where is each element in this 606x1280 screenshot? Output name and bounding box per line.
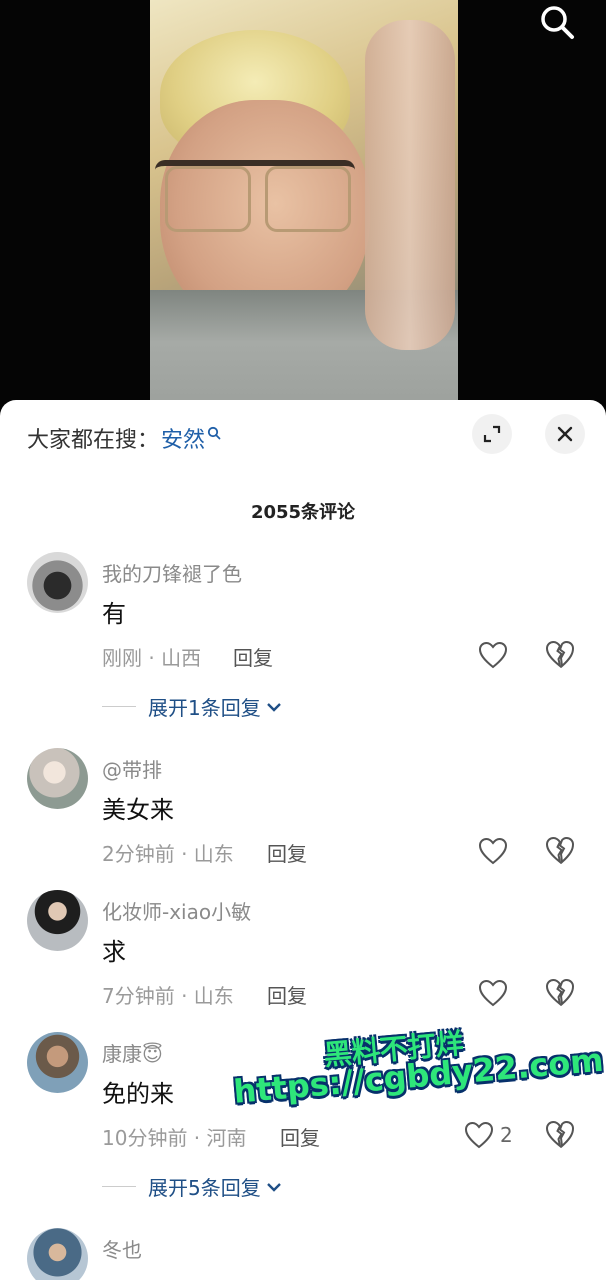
comment-item: 冬也: [0, 1228, 606, 1280]
heart-icon: [478, 837, 508, 865]
comment-username[interactable]: 康康😇: [102, 1038, 163, 1067]
broken-heart-icon: [545, 640, 575, 669]
expand-replies-label: 展开1条回复: [148, 696, 261, 720]
comment-item: 我的刀锋褪了色 有 刚刚 · 山西 回复 展开1条回复: [0, 552, 606, 722]
small-search-icon: [207, 421, 221, 446]
reply-button[interactable]: 回复: [267, 980, 307, 1009]
broken-heart-icon: [545, 836, 575, 865]
reply-button[interactable]: 回复: [280, 1122, 320, 1151]
sheet-header: 大家都在搜： 安然: [0, 400, 606, 472]
like-button[interactable]: [478, 836, 510, 866]
expand-replies-button[interactable]: 展开5条回复: [102, 1172, 283, 1201]
chevron-down-icon: [266, 1182, 281, 1192]
dislike-button[interactable]: [545, 836, 577, 866]
comment-item: 康康😇 免的来 10分钟前 · 河南 回复 2 展开5条回复: [0, 1032, 606, 1202]
broken-heart-icon: [545, 1120, 575, 1149]
like-count: 2: [500, 1123, 513, 1147]
expand-sheet-button[interactable]: [472, 414, 512, 454]
close-icon: [557, 426, 573, 442]
avatar[interactable]: [27, 552, 88, 613]
video-frame: [150, 0, 458, 410]
comment-text: 求: [102, 938, 126, 966]
comment-meta: 7分钟前 · 山东: [102, 984, 234, 1008]
comment-meta: 刚刚 · 山西: [102, 646, 202, 670]
comment-username[interactable]: 冬也: [102, 1234, 142, 1263]
dislike-button[interactable]: [545, 978, 577, 1008]
like-button[interactable]: 2: [464, 1120, 524, 1150]
close-button[interactable]: [545, 414, 585, 454]
expand-icon: [483, 425, 501, 443]
comment-sheet: 大家都在搜： 安然 2055条评论 我的刀锋褪了色 有 刚刚 · 山西 回复 展…: [0, 400, 606, 1280]
avatar[interactable]: [27, 890, 88, 951]
expand-replies-label: 展开5条回复: [148, 1176, 261, 1200]
comment-item: @带排 美女来 2分钟前 · 山东 回复: [0, 748, 606, 868]
avatar[interactable]: [27, 1228, 88, 1280]
like-button[interactable]: [478, 640, 510, 670]
search-icon: [541, 6, 574, 39]
divider-line: [102, 1186, 136, 1187]
heart-icon: [478, 641, 508, 669]
broken-heart-icon: [545, 978, 575, 1007]
comment-item: 化妆师-xiao小敏 求 7分钟前 · 山东 回复: [0, 890, 606, 1010]
dislike-button[interactable]: [545, 1120, 577, 1150]
avatar[interactable]: [27, 1032, 88, 1093]
comment-text: 美女来: [102, 796, 174, 824]
trending-search[interactable]: 大家都在搜： 安然: [27, 422, 221, 454]
comment-text: 免的来: [102, 1080, 174, 1108]
search-button[interactable]: [538, 2, 578, 42]
comment-username[interactable]: 化妆师-xiao小敏: [102, 896, 251, 925]
comment-meta: 10分钟前 · 河南: [102, 1126, 247, 1150]
reply-button[interactable]: 回复: [267, 838, 307, 867]
chevron-down-icon: [266, 702, 281, 712]
video-subject-glasses: [155, 160, 355, 232]
dislike-button[interactable]: [545, 640, 577, 670]
expand-replies-button[interactable]: 展开1条回复: [102, 692, 283, 721]
comment-text: 有: [102, 600, 126, 628]
reply-button[interactable]: 回复: [233, 642, 273, 671]
like-button[interactable]: [478, 978, 510, 1008]
heart-icon: [478, 979, 508, 1007]
heart-icon: [464, 1121, 494, 1149]
video-player[interactable]: [0, 0, 606, 420]
trending-prefix: 大家都在搜：: [27, 428, 160, 453]
divider-line: [102, 706, 136, 707]
trending-term[interactable]: 安然: [161, 422, 205, 454]
video-subject-hand: [365, 20, 455, 350]
comment-username[interactable]: 我的刀锋褪了色: [102, 558, 242, 587]
comment-meta: 2分钟前 · 山东: [102, 842, 234, 866]
comment-count: 2055条评论: [250, 502, 356, 523]
comment-username[interactable]: @带排: [102, 754, 162, 783]
avatar[interactable]: [27, 748, 88, 809]
